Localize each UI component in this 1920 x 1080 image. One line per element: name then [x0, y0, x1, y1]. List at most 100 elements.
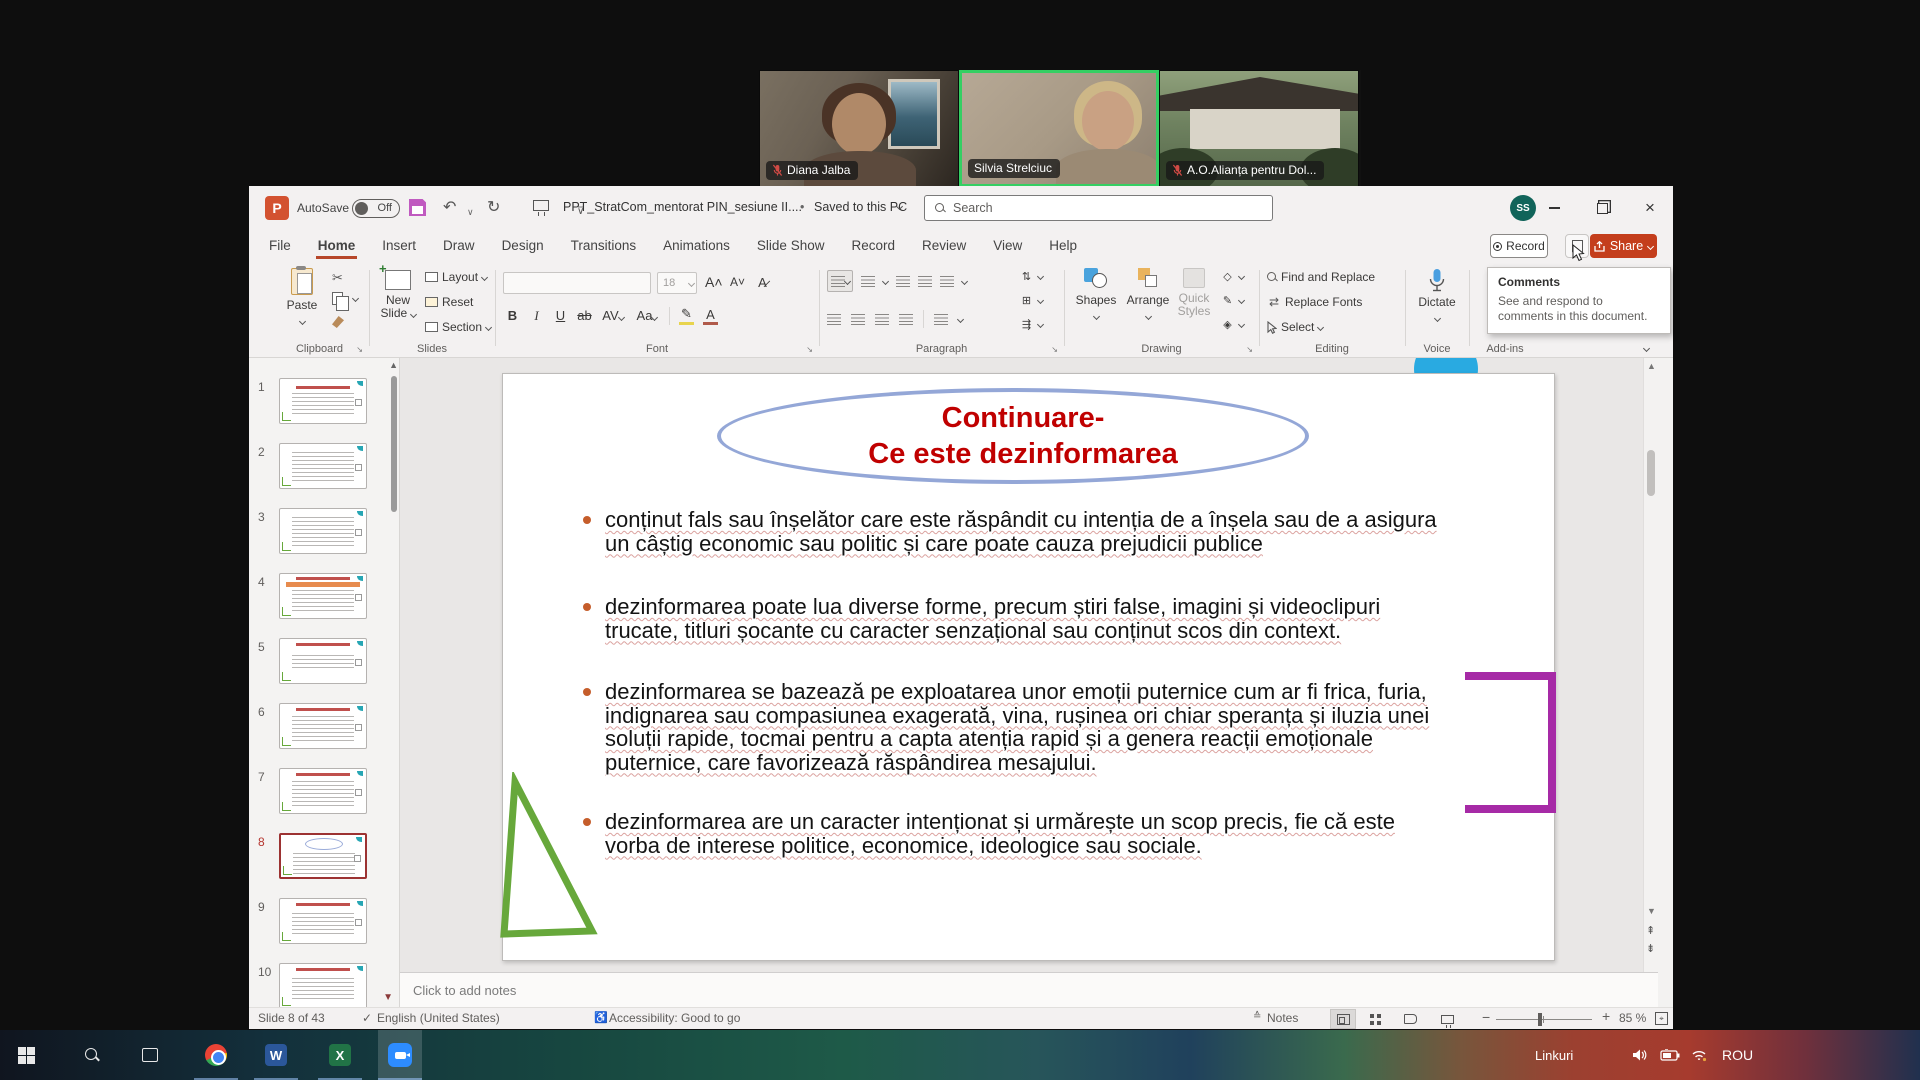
decrease-font-icon[interactable]: A˅ [730, 275, 745, 289]
language-indicator[interactable]: ROU [1722, 1030, 1753, 1080]
network-tray-icon[interactable] [1690, 1030, 1708, 1080]
taskbar-search-button[interactable] [70, 1030, 114, 1080]
text-direction-button[interactable]: ⇅ [1019, 270, 1043, 283]
font-name-combobox[interactable] [503, 272, 651, 294]
video-tile-silvia[interactable]: Silvia Strelciuc [959, 70, 1159, 187]
tab-review[interactable]: Review [920, 234, 968, 259]
zoom-in-icon[interactable]: + [1602, 1008, 1610, 1024]
slide-bullet-4[interactable]: dezinformarea are un caracter intenționa… [583, 810, 1453, 857]
increase-font-icon[interactable]: A˄ [705, 274, 720, 290]
font-size-combobox[interactable]: 18 [657, 272, 697, 294]
align-left-icon[interactable] [827, 314, 841, 325]
accessibility-status[interactable]: Accessibility: Good to go [609, 1011, 740, 1025]
justify-icon[interactable] [899, 314, 913, 325]
tab-record[interactable]: Record [849, 234, 897, 259]
dictate-button[interactable]: Dictate [1411, 268, 1463, 324]
align-right-icon[interactable] [875, 314, 889, 325]
strikethrough-button[interactable]: ab [577, 308, 592, 323]
quick-styles-button[interactable]: Quick Styles [1172, 268, 1216, 318]
volume-tray-icon[interactable] [1632, 1030, 1648, 1080]
change-case-button[interactable]: Aa [634, 308, 660, 323]
align-text-button[interactable]: ⊞ [1019, 294, 1043, 307]
line-spacing-chevron-icon[interactable] [961, 277, 968, 284]
restore-button[interactable] [1579, 186, 1625, 230]
italic-button[interactable]: I [529, 308, 544, 324]
section-button[interactable]: Section [425, 320, 491, 334]
previous-slide-icon[interactable]: ⇞ [1646, 924, 1655, 937]
slide-thumbnail-9[interactable] [279, 898, 367, 944]
paragraph-dialog-launcher-icon[interactable]: ↘ [1051, 345, 1058, 354]
undo-dropdown-icon[interactable]: ∨ [467, 202, 474, 222]
numbering-chevron-icon[interactable] [882, 277, 889, 284]
spell-check-icon[interactable]: ✓ [362, 1011, 372, 1025]
start-button[interactable] [4, 1030, 48, 1080]
smartart-button[interactable]: ⇶ [1019, 318, 1043, 331]
tab-design[interactable]: Design [500, 234, 546, 259]
slide-thumbnail-3[interactable] [279, 508, 367, 554]
tab-insert[interactable]: Insert [380, 234, 418, 259]
zoom-taskbar-button[interactable] [378, 1030, 422, 1080]
notes-toggle-label[interactable]: Notes [1267, 1011, 1298, 1025]
slide-sorter-view-button[interactable] [1362, 1009, 1388, 1029]
bullets-button-selected[interactable] [827, 270, 853, 292]
close-button[interactable]: × [1627, 186, 1673, 230]
tab-file[interactable]: File [267, 234, 293, 259]
numbering-icon[interactable] [861, 276, 875, 287]
font-color-button[interactable]: A [703, 307, 718, 325]
slide-thumbnail-2[interactable] [279, 443, 367, 489]
replace-fonts-button[interactable]: ⇄Replace Fonts [1267, 295, 1362, 309]
collapse-ribbon-chevron-icon[interactable] [1643, 345, 1650, 352]
thumbnail-scroll-up-icon[interactable]: ▲ [389, 360, 398, 370]
arrange-button[interactable]: Arrange [1122, 268, 1174, 322]
slide-thumbnail-7[interactable] [279, 768, 367, 814]
underline-button[interactable]: U [553, 308, 568, 323]
zoom-out-icon[interactable]: − [1482, 1009, 1490, 1025]
slide-bullet-1[interactable]: conținut fals sau înșelător care este ră… [583, 508, 1453, 555]
minimize-button[interactable] [1531, 186, 1577, 230]
slide-bullet-3[interactable]: dezinformarea se bazează pe exploatarea … [583, 680, 1453, 774]
redo-icon[interactable]: ↻ [487, 198, 500, 218]
character-spacing-button[interactable]: AV [601, 308, 625, 323]
record-button[interactable]: Record [1490, 234, 1548, 258]
fit-slide-to-window-icon[interactable]: ⌖ [1655, 1012, 1668, 1025]
shapes-button[interactable]: Shapes [1070, 268, 1122, 322]
task-view-button[interactable] [128, 1030, 172, 1080]
scroll-up-icon[interactable]: ▲ [1647, 361, 1656, 371]
slide-thumbnail-5[interactable] [279, 638, 367, 684]
reset-button[interactable]: Reset [425, 295, 473, 309]
shape-fill-button[interactable]: ◇ [1220, 270, 1244, 283]
cut-button[interactable]: ✂ [332, 270, 343, 286]
tab-transitions[interactable]: Transitions [569, 234, 639, 259]
save-icon[interactable] [409, 199, 426, 216]
video-tile-alianta[interactable]: A.O.Alianța pentru Dol... [1159, 70, 1359, 187]
tab-home[interactable]: Home [316, 234, 358, 259]
normal-view-button[interactable] [1330, 1009, 1356, 1029]
paste-button[interactable]: Paste [276, 268, 328, 327]
drawing-dialog-launcher-icon[interactable]: ↘ [1246, 345, 1253, 354]
slide-thumbnail-6[interactable] [279, 703, 367, 749]
font-dialog-launcher-icon[interactable]: ↘ [806, 345, 813, 354]
slide-title[interactable]: Continuare- Ce este dezinformarea [743, 400, 1303, 472]
decoration-magenta-rectangle[interactable] [1465, 672, 1556, 813]
share-button[interactable]: Share [1590, 234, 1657, 258]
shape-effects-button[interactable]: ◈ [1220, 318, 1244, 331]
autosave-toggle[interactable]: Off [352, 199, 400, 218]
scroll-down-icon[interactable]: ▼ [1647, 906, 1656, 916]
chrome-taskbar-button[interactable] [194, 1030, 238, 1080]
increase-indent-icon[interactable] [918, 276, 932, 287]
slide-thumbnail-10[interactable] [279, 963, 367, 1009]
line-spacing-icon[interactable] [940, 276, 954, 287]
highlight-color-button[interactable]: ✎ [679, 306, 694, 325]
tab-help[interactable]: Help [1047, 234, 1079, 259]
columns-chevron-icon[interactable] [957, 315, 964, 322]
word-taskbar-button[interactable]: W [254, 1030, 298, 1080]
links-toolbar[interactable]: Linkuri [1535, 1030, 1573, 1080]
tab-view[interactable]: View [991, 234, 1024, 259]
tab-slideshow[interactable]: Slide Show [755, 234, 827, 259]
new-slide-button[interactable]: New Slide [375, 270, 421, 320]
shape-outline-button[interactable]: ✎ [1220, 294, 1244, 307]
clipboard-dialog-launcher-icon[interactable]: ↘ [356, 345, 363, 354]
slide-bullet-2[interactable]: dezinformarea poate lua diverse forme, p… [583, 595, 1453, 642]
tab-draw[interactable]: Draw [441, 234, 477, 259]
zoom-slider-thumb[interactable] [1538, 1013, 1542, 1026]
